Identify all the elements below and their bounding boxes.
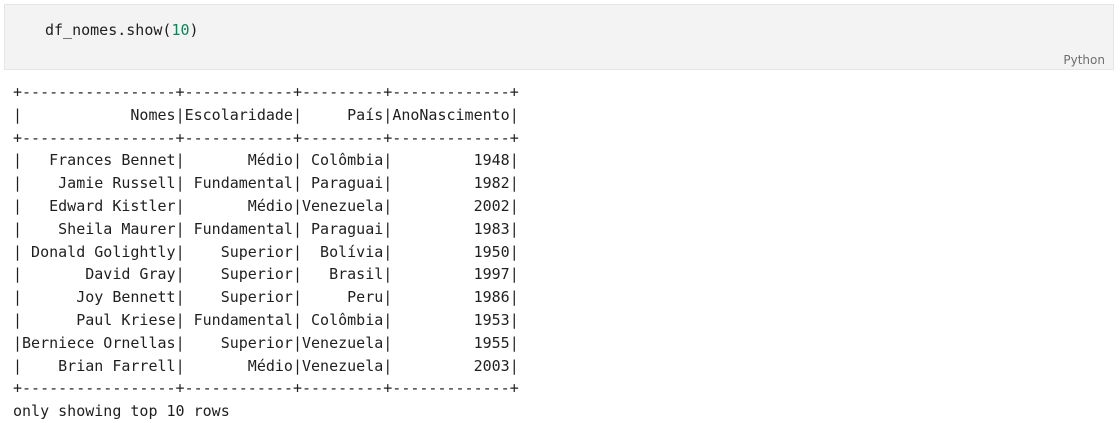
table-row: | Jamie Russell| Fundamental| Paraguai| … (13, 174, 519, 193)
table-cell: Jamie Russell (22, 174, 176, 193)
cell-output-table: +-----------------+------------+--------… (13, 81, 519, 423)
table-cell: 1950 (392, 242, 510, 261)
table-cell: Venezuela (302, 356, 384, 375)
table-cell: 2002 (392, 196, 510, 215)
table-cell: Paraguai (302, 219, 384, 238)
table-cell: Paraguai (302, 174, 384, 193)
table-cell: Paul Kriese (22, 310, 176, 329)
column-header: AnoNascimento (392, 105, 510, 124)
table-cell: Superior (184, 288, 293, 307)
table-cell: Venezuela (302, 333, 384, 352)
table-cell: Fundamental (184, 174, 293, 193)
table-cell: Brian Farrell (22, 356, 176, 375)
table-cell: 1986 (392, 288, 510, 307)
table-cell: Superior (184, 333, 293, 352)
table-cell: Colômbia (302, 310, 384, 329)
table-cell: Venezuela (302, 196, 384, 215)
table-cell: 1948 (392, 151, 510, 170)
column-header: Nomes (22, 105, 176, 124)
table-row: | Donald Golightly| Superior| Bolívia| 1… (13, 242, 519, 261)
table-cell: Médio (184, 196, 293, 215)
table-cell: Joy Bennett (22, 288, 176, 307)
table-row: | Paul Kriese| Fundamental| Colômbia| 19… (13, 310, 519, 329)
table-cell: Colômbia (302, 151, 384, 170)
table-cell: Médio (184, 356, 293, 375)
table-row: | Joy Bennett| Superior| Peru| 1986| (13, 288, 519, 307)
language-label[interactable]: Python (1063, 53, 1105, 67)
table-row: | Edward Kistler| Médio|Venezuela| 2002| (13, 196, 519, 215)
table-row: | Sheila Maurer| Fundamental| Paraguai| … (13, 219, 519, 238)
table-cell: Brasil (302, 265, 384, 284)
table-cell: 1997 (392, 265, 510, 284)
code-prefix: df_nomes.show( (45, 21, 172, 39)
table-cell: Bolívia (302, 242, 384, 261)
column-header: País (302, 105, 384, 124)
table-cell: 1982 (392, 174, 510, 193)
code-number-literal: 10 (171, 21, 190, 39)
table-cell: Berniece Ornellas (22, 333, 176, 352)
table-border: +-----------------+------------+--------… (13, 379, 519, 398)
table-cell: Sheila Maurer (22, 219, 176, 238)
code-suffix: ) (189, 21, 199, 39)
table-cell: Fundamental (184, 219, 293, 238)
table-cell: 1955 (392, 333, 510, 352)
table-cell: Médio (184, 151, 293, 170)
table-cell: 2003 (392, 356, 510, 375)
table-row: | Frances Bennet| Médio| Colômbia| 1948| (13, 151, 519, 170)
table-row: | Brian Farrell| Médio|Venezuela| 2003| (13, 356, 519, 375)
table-cell: Superior (184, 242, 293, 261)
table-cell: Edward Kistler (22, 196, 176, 215)
table-cell: Frances Bennet (22, 151, 176, 170)
table-row: |Berniece Ornellas| Superior|Venezuela| … (13, 333, 519, 352)
table-cell: Peru (302, 288, 384, 307)
table-row: | David Gray| Superior| Brasil| 1997| (13, 265, 519, 284)
table-cell: 1983 (392, 219, 510, 238)
table-header-row: | Nomes|Escolaridade| País|AnoNascimento… (13, 105, 519, 124)
table-cell: Donald Golightly (22, 242, 176, 261)
table-border: +-----------------+------------+--------… (13, 128, 519, 147)
table-border: +-----------------+------------+--------… (13, 83, 519, 101)
column-header: Escolaridade (184, 105, 293, 124)
code-cell-input[interactable]: df_nomes.show(10) Python (4, 4, 1114, 70)
table-cell: Superior (184, 265, 293, 284)
table-cell: David Gray (22, 265, 176, 284)
table-cell: 1953 (392, 310, 510, 329)
table-cell: Fundamental (184, 310, 293, 329)
output-footer: only showing top 10 rows (13, 402, 230, 421)
code-line[interactable]: df_nomes.show(10) (45, 20, 199, 40)
